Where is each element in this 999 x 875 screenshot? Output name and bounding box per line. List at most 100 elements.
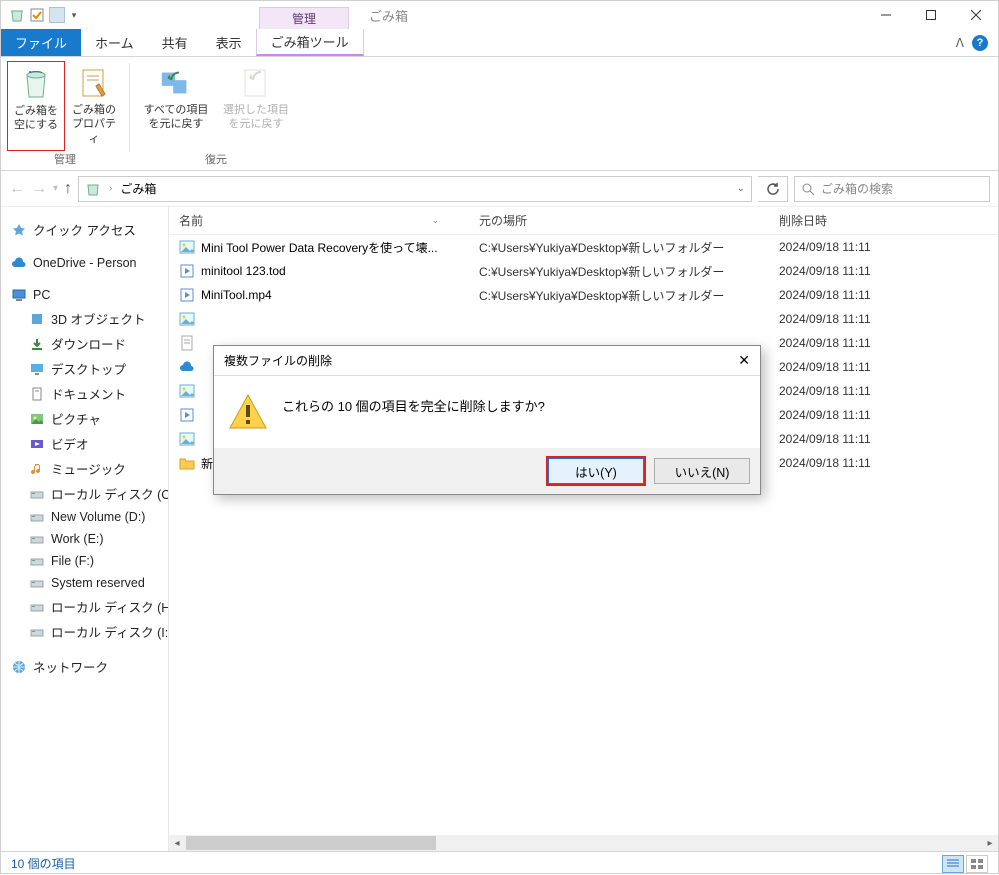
column-header-date[interactable]: 削除日時 bbox=[769, 212, 998, 229]
dialog-message: これらの 10 個の項目を完全に削除しますか? bbox=[282, 392, 545, 415]
file-icon bbox=[179, 359, 195, 375]
sidebar-item[interactable]: ダウンロード bbox=[1, 331, 168, 356]
file-delete-date: 2024/09/18 11:11 bbox=[769, 384, 998, 398]
help-icon[interactable]: ? bbox=[972, 35, 988, 51]
sidebar-item[interactable]: Work (E:) bbox=[1, 528, 168, 550]
sidebar-item[interactable]: New Volume (D:) bbox=[1, 506, 168, 528]
minimize-button[interactable] bbox=[863, 1, 908, 29]
table-row[interactable]: minitool 123.todC:¥Users¥Yukiya¥Desktop¥… bbox=[169, 259, 998, 283]
table-row[interactable]: Mini Tool Power Data Recoveryを使って壊...C:¥… bbox=[169, 235, 998, 259]
file-icon bbox=[179, 239, 195, 255]
details-view-button[interactable] bbox=[942, 855, 964, 873]
table-row[interactable]: MiniTool.mp4C:¥Users¥Yukiya¥Desktop¥新しいフ… bbox=[169, 283, 998, 307]
navigation-bar: ← → ▾ ↑ › ごみ箱 ⌄ ごみ箱の検索 bbox=[1, 171, 998, 207]
sidebar-item[interactable]: System reserved bbox=[1, 572, 168, 594]
title-bar: ▾ 管理 ごみ箱 bbox=[1, 1, 998, 29]
file-delete-date: 2024/09/18 11:11 bbox=[769, 240, 998, 254]
sidebar-item[interactable]: ローカル ディスク (I:) bbox=[1, 619, 168, 644]
scrollbar-thumb[interactable] bbox=[186, 836, 436, 850]
quick-access-toolbar: ▾ bbox=[1, 7, 79, 23]
tab-file[interactable]: ファイル bbox=[1, 29, 81, 56]
file-name: minitool 123.tod bbox=[201, 264, 286, 278]
tab-recycle-tools[interactable]: ごみ箱ツール bbox=[256, 29, 364, 56]
qat-dropdown-icon[interactable]: ▾ bbox=[69, 7, 79, 23]
folder-icon bbox=[29, 624, 45, 640]
tab-share[interactable]: 共有 bbox=[148, 29, 202, 56]
sidebar-onedrive[interactable]: OneDrive - Person bbox=[1, 252, 168, 274]
sidebar-item[interactable]: ローカル ディスク (C bbox=[1, 481, 168, 506]
recycle-bin-properties-button[interactable]: ごみ箱の プロパティ bbox=[65, 61, 123, 151]
file-delete-date: 2024/09/18 11:11 bbox=[769, 408, 998, 422]
warning-icon bbox=[228, 392, 268, 432]
scroll-left-icon[interactable]: ◂ bbox=[169, 838, 185, 849]
column-headers: 名前 ⌄ 元の場所 削除日時 bbox=[169, 207, 998, 235]
folder-icon bbox=[29, 575, 45, 591]
nav-back-button[interactable]: ← bbox=[9, 180, 25, 198]
tab-home[interactable]: ホーム bbox=[81, 29, 148, 56]
sidebar-quick-access[interactable]: クイック アクセス bbox=[1, 217, 168, 242]
refresh-button[interactable] bbox=[758, 176, 788, 202]
icons-view-button[interactable] bbox=[966, 855, 988, 873]
sidebar-item[interactable]: デスクトップ bbox=[1, 356, 168, 381]
sidebar-item[interactable]: ミュージック bbox=[1, 456, 168, 481]
search-icon bbox=[801, 182, 815, 196]
address-bar[interactable]: › ごみ箱 ⌄ bbox=[78, 176, 752, 202]
breadcrumb-sep-icon[interactable]: › bbox=[109, 183, 112, 194]
ribbon-group-restore: すべての項目 を元に戻す 選択した項目 を元に戻す 復元 bbox=[130, 57, 302, 170]
group-restore-label: 復元 bbox=[136, 151, 296, 170]
contextual-tab-label: 管理 bbox=[259, 7, 349, 29]
close-button[interactable] bbox=[953, 1, 998, 29]
tab-view[interactable]: 表示 bbox=[202, 29, 256, 56]
restore-all-button[interactable]: すべての項目 を元に戻す bbox=[136, 61, 216, 151]
search-box[interactable]: ごみ箱の検索 bbox=[794, 176, 990, 202]
restore-selected-button: 選択した項目 を元に戻す bbox=[216, 61, 296, 151]
file-delete-date: 2024/09/18 11:11 bbox=[769, 456, 998, 470]
sidebar-item[interactable]: ローカル ディスク (H bbox=[1, 594, 168, 619]
folder-icon bbox=[29, 553, 45, 569]
file-icon bbox=[179, 383, 195, 399]
folder-icon bbox=[29, 486, 45, 502]
file-delete-date: 2024/09/18 11:11 bbox=[769, 264, 998, 278]
dialog-yes-button[interactable]: はい(Y) bbox=[548, 458, 644, 484]
restore-all-label: すべての項目 を元に戻す bbox=[144, 103, 209, 132]
file-icon bbox=[179, 287, 195, 303]
qat-properties-icon[interactable] bbox=[49, 7, 65, 23]
scroll-right-icon[interactable]: ▸ bbox=[982, 838, 998, 849]
sidebar-item[interactable]: ビデオ bbox=[1, 431, 168, 456]
dialog-no-button[interactable]: いいえ(N) bbox=[654, 458, 750, 484]
sidebar-item[interactable]: 3D オブジェクト bbox=[1, 306, 168, 331]
dialog-close-button[interactable]: ✕ bbox=[738, 352, 750, 369]
sidebar-item[interactable]: ピクチャ bbox=[1, 406, 168, 431]
collapse-ribbon-button[interactable]: ᐱ bbox=[956, 36, 964, 50]
group-manage-label: 管理 bbox=[7, 151, 123, 170]
qat-checkbox-icon[interactable] bbox=[29, 7, 45, 23]
status-bar: 10 個の項目 bbox=[1, 851, 998, 875]
file-icon bbox=[179, 263, 195, 279]
nav-history-dropdown[interactable]: ▾ bbox=[53, 183, 58, 194]
cloud-icon bbox=[11, 255, 27, 271]
breadcrumb-location[interactable]: ごみ箱 bbox=[120, 180, 156, 197]
nav-up-button[interactable]: ↑ bbox=[64, 180, 72, 198]
maximize-button[interactable] bbox=[908, 1, 953, 29]
file-list-pane: 名前 ⌄ 元の場所 削除日時 Mini Tool Power Data Reco… bbox=[169, 207, 998, 851]
navigation-pane: クイック アクセス OneDrive - Person PC 3D オブジェクト… bbox=[1, 207, 169, 851]
column-header-location[interactable]: 元の場所 bbox=[469, 212, 769, 229]
sidebar-network[interactable]: ネットワーク bbox=[1, 654, 168, 679]
folder-icon bbox=[29, 311, 45, 327]
properties-label: ごみ箱の プロパティ bbox=[67, 103, 121, 146]
file-icon bbox=[179, 455, 195, 471]
column-header-name[interactable]: 名前 ⌄ bbox=[169, 212, 469, 229]
file-icon bbox=[179, 335, 195, 351]
dialog-title-bar[interactable]: 複数ファイルの削除 ✕ bbox=[214, 346, 760, 376]
sidebar-item[interactable]: File (F:) bbox=[1, 550, 168, 572]
file-location: C:¥Users¥Yukiya¥Desktop¥新しいフォルダー bbox=[469, 239, 769, 256]
nav-forward-button[interactable]: → bbox=[31, 180, 47, 198]
sidebar-item[interactable]: ドキュメント bbox=[1, 381, 168, 406]
horizontal-scrollbar[interactable]: ◂ ▸ bbox=[169, 835, 998, 851]
empty-bin-icon bbox=[18, 66, 54, 102]
table-row[interactable]: 2024/09/18 11:11 bbox=[169, 307, 998, 331]
sidebar-pc[interactable]: PC bbox=[1, 284, 168, 306]
empty-recycle-bin-button[interactable]: ごみ箱を 空にする bbox=[7, 61, 65, 151]
properties-icon bbox=[76, 65, 112, 101]
address-dropdown-icon[interactable]: ⌄ bbox=[737, 183, 745, 194]
